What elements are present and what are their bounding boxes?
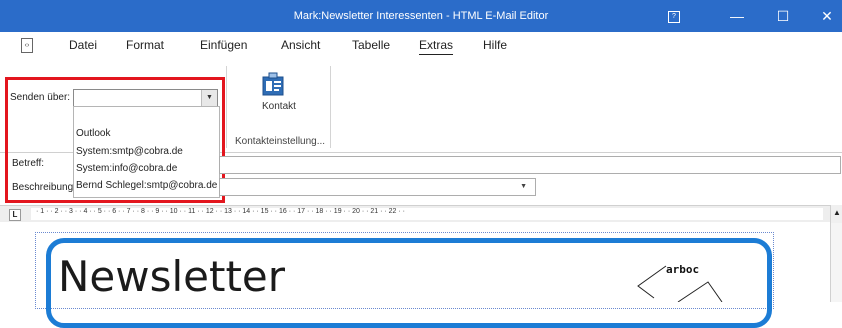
tab-stop-selector[interactable]: L (9, 209, 21, 221)
vertical-scrollbar[interactable] (830, 223, 842, 302)
ruler: L · 1 · · 2 · · 3 · · 4 · · 5 · · 6 · · … (0, 205, 842, 223)
menu-ansicht[interactable]: Ansicht (281, 32, 320, 58)
title-bar: Mark:Newsletter Interessenten - HTML E-M… (0, 0, 842, 32)
menu-einfuegen[interactable]: Einfügen (200, 32, 247, 58)
maximize-button[interactable]: ☐ (760, 0, 806, 32)
logo-text: arboc (666, 263, 700, 276)
betreff-input[interactable] (219, 156, 841, 174)
kontakt-button[interactable]: Kontakt (262, 101, 302, 112)
beschreibung-label: Beschreibung (12, 182, 74, 193)
betreff-label: Betreff: (12, 158, 45, 169)
scroll-up-icon[interactable]: ▲ (830, 205, 842, 223)
menu-format[interactable]: Format (126, 32, 164, 58)
menu-extras[interactable]: Extras (419, 32, 453, 58)
ruler-ticks: · 1 · · 2 · · 3 · · 4 · · 5 · · 6 · · 7 … (36, 208, 405, 215)
menu-datei[interactable]: Datei (69, 32, 97, 58)
menu-tabelle[interactable]: Tabelle (352, 32, 390, 58)
beschreibung-combobox[interactable]: ▼ (219, 178, 536, 196)
ribbon-separator (330, 66, 331, 148)
chevron-down-icon[interactable]: ▼ (520, 183, 527, 190)
menu-hilfe[interactable]: Hilfe (483, 32, 507, 58)
close-button[interactable]: ✕ (804, 0, 842, 32)
help-icon[interactable]: ? (668, 11, 680, 23)
newsletter-heading[interactable]: Newsletter (58, 252, 285, 301)
ribbon-separator (226, 66, 227, 148)
document-icon[interactable]: ‹› (21, 38, 33, 53)
minimize-button[interactable]: — (714, 0, 760, 32)
contact-card-icon[interactable] (262, 72, 284, 96)
group-label-kontakteinstellung[interactable]: Kontakteinstellung... (235, 136, 325, 147)
